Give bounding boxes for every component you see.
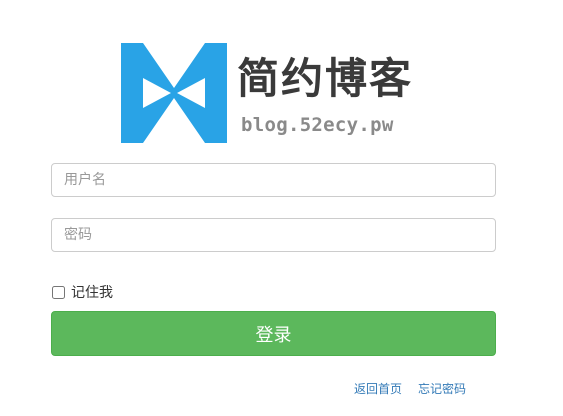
brand-url: blog.52ecy.pw (241, 114, 394, 136)
brand-name: 简约博客 (237, 54, 414, 103)
remember-label: 记住我 (71, 285, 113, 301)
login-page: 简约博客 blog.52ecy.pw 记住我 登录 返回首页 忘记密码 (0, 0, 563, 416)
login-button[interactable]: 登录 (51, 311, 496, 356)
back-home-link[interactable]: 返回首页 (354, 380, 402, 397)
logo-icon (121, 43, 227, 143)
password-input[interactable] (51, 218, 496, 252)
username-input[interactable] (51, 163, 496, 197)
forgot-password-link[interactable]: 忘记密码 (418, 380, 466, 397)
remember-checkbox[interactable] (52, 285, 65, 299)
remember-me[interactable]: 记住我 (51, 282, 113, 302)
